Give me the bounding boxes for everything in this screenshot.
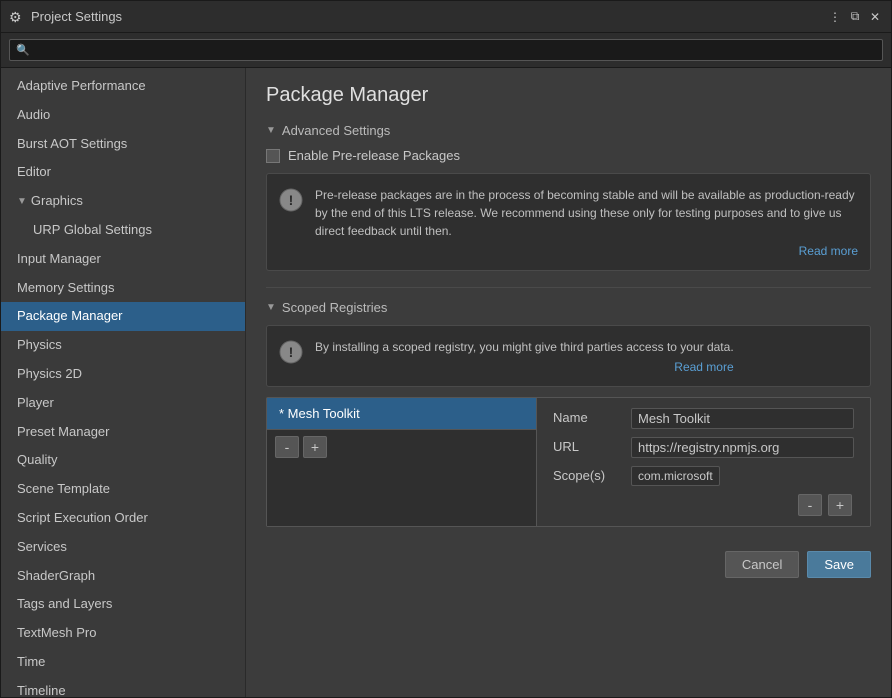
sidebar: Adaptive Performance Audio Burst AOT Set… — [1, 68, 246, 697]
scoped-registries-header: ▼ Scoped Registries — [266, 300, 871, 315]
footer-buttons: Cancel Save — [266, 543, 871, 578]
scoped-info-inner: ! By installing a scoped registry, you m… — [279, 338, 858, 374]
sidebar-item-player[interactable]: Player — [1, 389, 245, 418]
scope-field: Scope(s) com.microsoft — [553, 466, 854, 486]
list-plus-button[interactable]: + — [303, 436, 327, 458]
svg-text:!: ! — [289, 192, 294, 208]
name-field: Name Mesh Toolkit — [553, 408, 854, 429]
url-value[interactable]: https://registry.npmjs.org — [631, 437, 854, 458]
enable-prerelease-label: Enable Pre-release Packages — [288, 148, 460, 163]
scope-tags: com.microsoft — [631, 466, 720, 486]
page-title: Package Manager — [266, 84, 871, 107]
enable-prerelease-row: Enable Pre-release Packages — [266, 148, 871, 163]
scoped-warning-icon: ! — [279, 340, 303, 364]
scope-tag-microsoft: com.microsoft — [631, 466, 720, 486]
registry-detail: Name Mesh Toolkit URL https://registry.n… — [537, 398, 870, 526]
scoped-read-more[interactable]: Read more — [315, 360, 734, 374]
sidebar-item-editor[interactable]: Editor — [1, 158, 245, 187]
sidebar-item-textmesh-pro[interactable]: TextMesh Pro — [1, 619, 245, 648]
content-area: Package Manager ▼ Advanced Settings Enab… — [246, 68, 891, 697]
scoped-registries-label: Scoped Registries — [282, 300, 388, 315]
registry-panel: * Mesh Toolkit - + Name Mesh Toolkit URL — [266, 397, 871, 527]
advanced-info-box: ! Pre-release packages are in the proces… — [266, 173, 871, 271]
registry-list: * Mesh Toolkit - + — [267, 398, 537, 526]
sidebar-item-tags-layers[interactable]: Tags and Layers — [1, 590, 245, 619]
advanced-info-inner: ! Pre-release packages are in the proces… — [279, 186, 858, 258]
scope-label: Scope(s) — [553, 466, 623, 483]
url-label: URL — [553, 437, 623, 454]
window-icon: ⚙ — [9, 9, 25, 25]
advanced-settings-header: ▼ Advanced Settings — [266, 123, 871, 138]
name-value[interactable]: Mesh Toolkit — [631, 408, 854, 429]
sidebar-item-package-manager[interactable]: Package Manager — [1, 302, 245, 331]
cancel-button[interactable]: Cancel — [725, 551, 799, 578]
sidebar-item-physics[interactable]: Physics — [1, 331, 245, 360]
advanced-settings-section: ▼ Advanced Settings Enable Pre-release P… — [266, 123, 871, 271]
section-arrow-scoped: ▼ — [266, 302, 276, 313]
arrow-icon: ▼ — [17, 194, 27, 210]
sidebar-item-script-exec[interactable]: Script Execution Order — [1, 504, 245, 533]
window-title: Project Settings — [31, 9, 827, 24]
title-bar: ⚙ Project Settings ⋮ ⧉ ✕ — [1, 1, 891, 33]
sidebar-item-burst-aot[interactable]: Burst AOT Settings — [1, 130, 245, 159]
url-field: URL https://registry.npmjs.org — [553, 437, 854, 458]
sidebar-item-shadergraph[interactable]: ShaderGraph — [1, 562, 245, 591]
restore-button[interactable]: ⧉ — [847, 9, 863, 25]
search-bar: 🔍 — [1, 33, 891, 68]
advanced-info-text: Pre-release packages are in the process … — [315, 186, 858, 240]
sidebar-item-audio[interactable]: Audio — [1, 101, 245, 130]
search-icon: 🔍 — [16, 44, 30, 57]
sidebar-item-preset-manager[interactable]: Preset Manager — [1, 418, 245, 447]
window-controls: ⋮ ⧉ ✕ — [827, 9, 883, 25]
svg-text:!: ! — [289, 344, 294, 360]
list-bottom-buttons: - + — [267, 429, 536, 464]
warning-icon: ! — [279, 188, 303, 212]
close-button[interactable]: ✕ — [867, 9, 883, 25]
sidebar-item-graphics[interactable]: ▼ Graphics — [1, 187, 245, 216]
search-input[interactable] — [9, 39, 883, 61]
sidebar-item-memory-settings[interactable]: Memory Settings — [1, 274, 245, 303]
project-settings-window: ⚙ Project Settings ⋮ ⧉ ✕ 🔍 Adaptive Perf… — [0, 0, 892, 698]
sidebar-item-services[interactable]: Services — [1, 533, 245, 562]
section-divider — [266, 287, 871, 288]
sidebar-item-scene-template[interactable]: Scene Template — [1, 475, 245, 504]
sidebar-item-graphics-label: Graphics — [31, 191, 83, 212]
scoped-info-box: ! By installing a scoped registry, you m… — [266, 325, 871, 387]
list-minus-button[interactable]: - — [275, 436, 299, 458]
search-wrapper: 🔍 — [9, 39, 883, 61]
scope-plus-button[interactable]: + — [828, 494, 852, 516]
sidebar-item-urp[interactable]: URP Global Settings — [1, 216, 245, 245]
sidebar-item-quality[interactable]: Quality — [1, 446, 245, 475]
menu-button[interactable]: ⋮ — [827, 9, 843, 25]
sidebar-item-adaptive-performance[interactable]: Adaptive Performance — [1, 72, 245, 101]
scoped-info-text: By installing a scoped registry, you mig… — [315, 338, 734, 356]
scoped-info-content: By installing a scoped registry, you mig… — [315, 338, 734, 374]
sidebar-item-timeline[interactable]: Timeline — [1, 677, 245, 697]
registry-list-item[interactable]: * Mesh Toolkit — [267, 398, 536, 429]
save-button[interactable]: Save — [807, 551, 871, 578]
sidebar-item-input-manager[interactable]: Input Manager — [1, 245, 245, 274]
section-arrow-advanced: ▼ — [266, 125, 276, 136]
name-label: Name — [553, 408, 623, 425]
enable-prerelease-checkbox[interactable] — [266, 149, 280, 163]
advanced-read-more[interactable]: Read more — [315, 244, 858, 258]
advanced-settings-label: Advanced Settings — [282, 123, 390, 138]
main-content: Adaptive Performance Audio Burst AOT Set… — [1, 68, 891, 697]
sidebar-item-physics-2d[interactable]: Physics 2D — [1, 360, 245, 389]
detail-bottom-buttons: - + — [553, 494, 854, 516]
scope-minus-button[interactable]: - — [798, 494, 822, 516]
scoped-registries-section: ▼ Scoped Registries ! By installing a sc… — [266, 300, 871, 527]
sidebar-item-time[interactable]: Time — [1, 648, 245, 677]
advanced-info-content: Pre-release packages are in the process … — [315, 186, 858, 258]
